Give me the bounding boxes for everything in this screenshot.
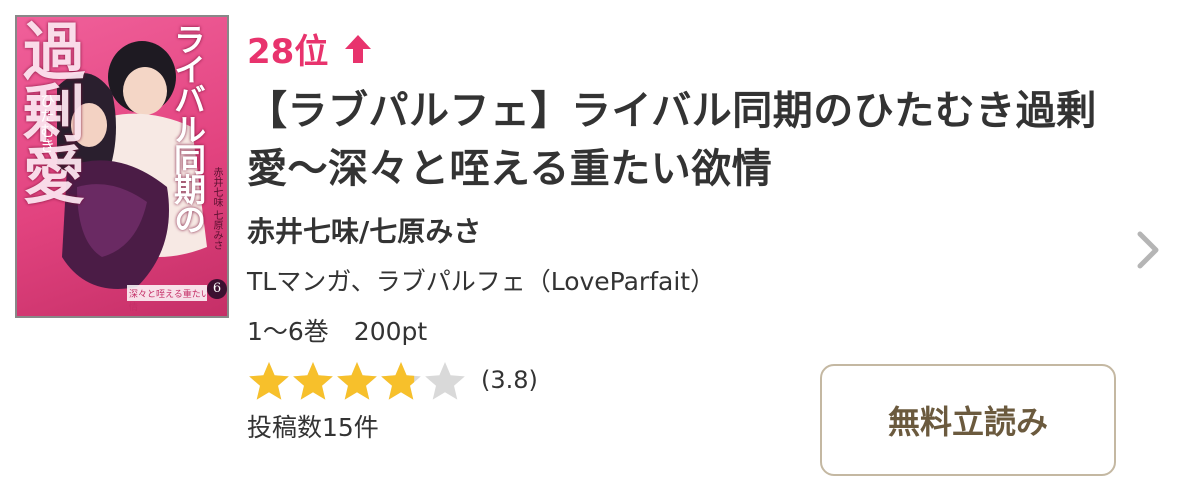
volume-price: 1〜6巻 200pt	[247, 317, 428, 346]
cover-subtitle: ひたむき	[38, 93, 56, 153]
star-icon	[425, 362, 465, 400]
arrow-up-icon	[342, 32, 374, 66]
star-icon	[249, 362, 289, 400]
rating-score: (3.8)	[481, 366, 538, 394]
star-icon	[293, 362, 333, 400]
rating-stars	[247, 360, 467, 400]
cover-title-small: ライバル同期の	[169, 23, 207, 233]
star-icon	[381, 362, 421, 400]
chevron-right-icon[interactable]	[1134, 228, 1162, 272]
review-count[interactable]: 投稿数15件	[247, 408, 379, 444]
cover-credits: 赤井七味 七原みさ	[211, 167, 222, 251]
book-genre: TLマンガ、ラブパルフェ（LoveParfait）	[247, 267, 716, 296]
book-author[interactable]: 赤井七味/七原みさ	[247, 210, 481, 250]
cover-volume-badge: 6	[207, 279, 227, 299]
book-cover[interactable]: 過剰愛 ライバル同期の ひたむき 赤井七味 七原みさ 深々と咥える重たい欲情 6	[15, 15, 229, 318]
star-rating: (3.8)	[247, 360, 538, 400]
free-preview-button[interactable]: 無料立読み	[820, 364, 1116, 476]
star-icon	[337, 362, 377, 400]
rank-text: 28位	[247, 32, 329, 72]
book-title[interactable]: 【ラブパルフェ】ライバル同期のひたむき過剰愛〜深々と咥える重たい欲情	[247, 82, 1127, 198]
ranking-label: 28位	[247, 24, 374, 73]
